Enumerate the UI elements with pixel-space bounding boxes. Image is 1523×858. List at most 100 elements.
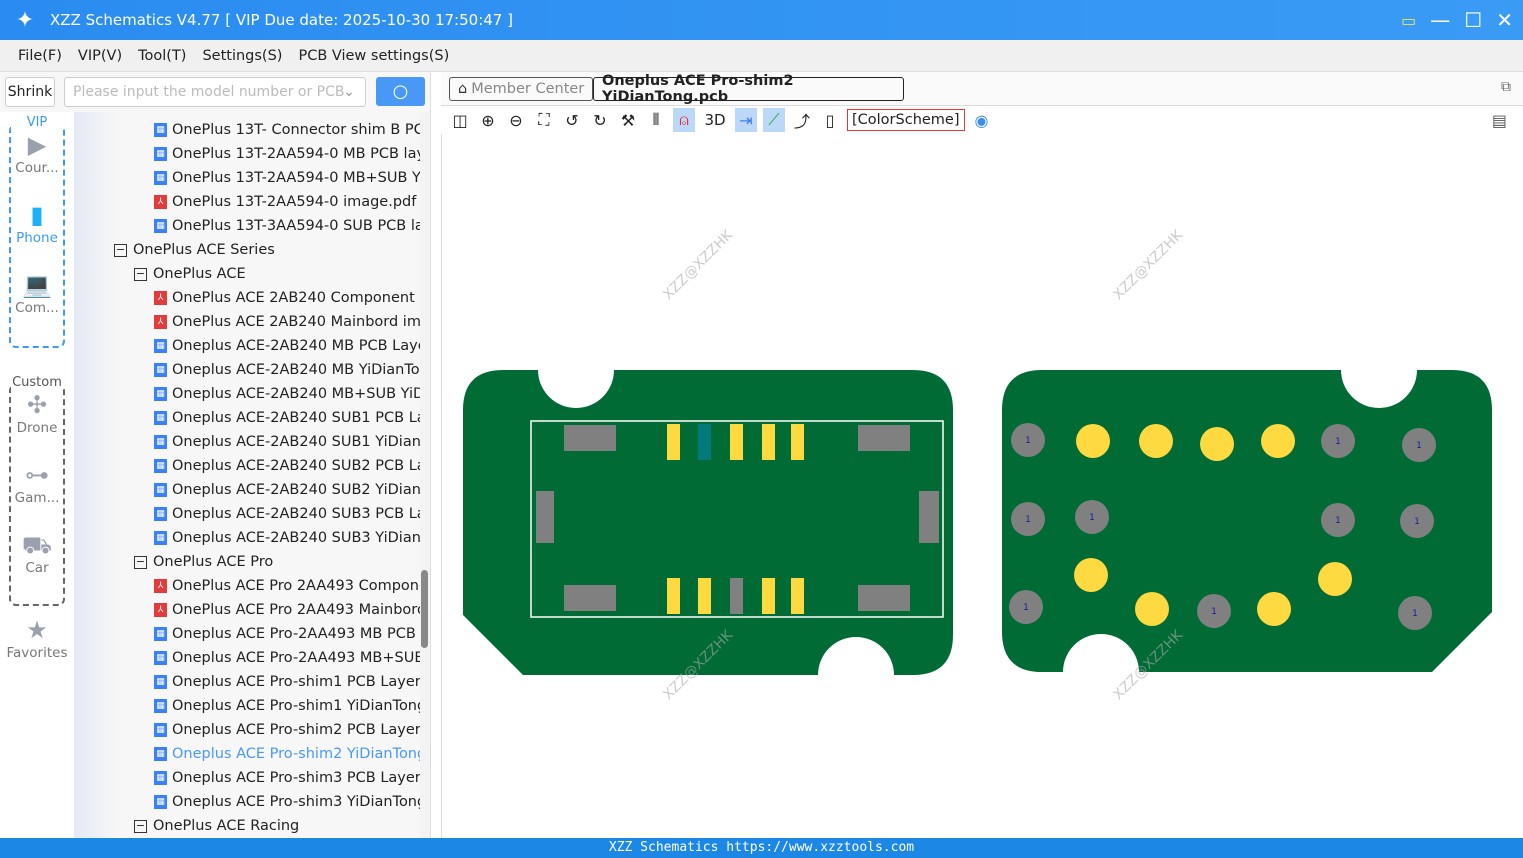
tree-file[interactable]: ▦ Oneplus ACE-2AB240 SUB3 YiDianTo xyxy=(154,526,420,550)
tree-file[interactable]: ▦ Oneplus ACE Pro-shim1 YiDianTong xyxy=(154,694,420,718)
eye-icon[interactable]: ◉ xyxy=(971,108,993,132)
menu-item[interactable]: Settings(S) xyxy=(202,48,282,64)
pad-number: 1 xyxy=(1414,517,1420,527)
mouse-icon[interactable]: ▯ xyxy=(819,108,841,132)
rail-item[interactable]: ⊶ Gam... xyxy=(0,460,74,506)
pcb-view[interactable]: 1 1 11 1 1 11 1 1XZZ@XZZHK XZZ@XZZHKXZZ@XZZHK XZZ… xyxy=(442,134,1523,838)
tab-member-center[interactable]: ⌂ Member Center xyxy=(449,77,594,101)
pcb-canvas[interactable]: 1 1 1 1 1 1 1 1 1 1 XZZ@XZZHK XZZ@XZZHK XZZ@XZZHK XZZ… xyxy=(441,134,1523,838)
rotate-left-icon[interactable]: ↺ xyxy=(561,108,583,132)
menu-item[interactable]: Tool(T) xyxy=(138,48,186,64)
tree-file[interactable]: ▦ OnePlus 13T- Connector shim B PCB xyxy=(154,118,420,142)
pdf-file-icon: ⅄ xyxy=(154,315,167,329)
pad-number: 1 xyxy=(1025,436,1031,446)
pcb-file-icon: ▦ xyxy=(154,171,167,185)
tree-file[interactable]: ⅄ OnePlus ACE 2AB240 Component ex xyxy=(154,286,420,310)
rail-item[interactable]: ▶ Cour... xyxy=(0,130,74,176)
status-bar: XZZ Schematics https://www.xzztools.com xyxy=(0,838,1523,858)
rail-item[interactable]: ★ Favorites xyxy=(0,615,74,661)
gray-pad xyxy=(730,578,743,614)
pcb-file-icon: ▦ xyxy=(154,387,167,401)
menu-item[interactable]: File(F) xyxy=(18,48,62,64)
tree-file[interactable]: ▦ Oneplus ACE-2AB240 SUB2 PCB Laye xyxy=(154,454,420,478)
yellow-pad xyxy=(667,424,680,460)
rotate-right-icon[interactable]: ↻ xyxy=(589,108,611,132)
briefcase-icon[interactable]: ▭ xyxy=(1401,11,1416,30)
chevron-down-icon[interactable]: ⌄ xyxy=(343,84,355,100)
tab-bar: ⌂ Member Center Oneplus ACE Pro-shim2 YiD… xyxy=(441,72,1523,106)
tree-file[interactable]: ▦ OnePlus 13T-2AA594-0 MB+SUB YiD xyxy=(154,166,420,190)
pad-number: 1 xyxy=(1335,437,1341,447)
watermark: XZZ@XZZHK xyxy=(1110,227,1186,303)
pcb-file-icon: ▦ xyxy=(154,363,167,377)
gray-pad xyxy=(919,491,939,543)
collapse-icon: − xyxy=(134,818,147,833)
paint-roller-icon[interactable]: ⚒ xyxy=(617,108,639,132)
tree-file[interactable]: ⅄ OnePlus 13T-2AA594-0 image.pdf xyxy=(154,190,420,214)
fit-screen-icon[interactable]: ⛶ xyxy=(533,108,555,132)
tree-folder[interactable]: − OnePlus ACE Pro xyxy=(134,550,420,574)
tree-file[interactable]: ▦ Oneplus ACE Pro-2AA493 MB PCB La xyxy=(154,622,420,646)
tree-file[interactable]: ▦ Oneplus ACE Pro-shim2 YiDianTong xyxy=(154,742,420,766)
tree-file[interactable]: ▦ Oneplus ACE-2AB240 SUB1 YiDianTo xyxy=(154,430,420,454)
tree-file[interactable]: ⅄ OnePlus ACE Pro 2AA493 Componen xyxy=(154,574,420,598)
zoom-out-icon[interactable]: ⊖ xyxy=(505,108,527,132)
tree-file[interactable]: ▦ Oneplus ACE Pro-shim3 PCB Layer.p xyxy=(154,766,420,790)
tree-file[interactable]: ▦ Oneplus ACE-2AB240 MB PCB Layer. xyxy=(154,334,420,358)
menu-item[interactable]: PCB View settings(S) xyxy=(298,48,449,64)
tab-active-pcb[interactable]: Oneplus ACE Pro-shim2 YiDianTong.pcb xyxy=(593,73,904,105)
drone-icon: ✣ xyxy=(26,391,48,419)
mirror-icon[interactable]: ⫴ xyxy=(645,108,667,132)
tree-file[interactable]: ▦ OnePlus 13T-2AA594-0 MB PCB laye xyxy=(154,142,420,166)
model-search-input[interactable]: Please input the model number or PCB ⌄ xyxy=(64,77,366,107)
car-icon: ⛟ xyxy=(21,531,53,559)
pcb-file-icon: ▦ xyxy=(154,339,167,353)
tree-folder[interactable]: − OnePlus ACE Racing xyxy=(134,814,420,838)
tree-file[interactable]: ▦ Oneplus ACE Pro-shim2 PCB Layer.p xyxy=(154,718,420,742)
tree-file[interactable]: ⅄ OnePlus ACE 2AB240 Mainbord ima xyxy=(154,310,420,334)
tree-file[interactable]: ▦ Oneplus ACE-2AB240 MB+SUB YiDia xyxy=(154,382,420,406)
pcb-file-icon: ▦ xyxy=(154,747,167,761)
tree-file[interactable]: ▦ Oneplus ACE-2AB240 SUB1 PCB Laye xyxy=(154,406,420,430)
menu-item[interactable]: VIP(V) xyxy=(78,48,122,64)
alarm-light-icon[interactable]: ⍝ xyxy=(673,108,695,132)
gamepad-icon: ⊶ xyxy=(25,461,49,489)
tree-file[interactable]: ▦ Oneplus ACE Pro-shim3 YiDianTong xyxy=(154,790,420,814)
color-scheme-button[interactable]: [ColorScheme] xyxy=(847,109,965,131)
shrink-button[interactable]: Shrink xyxy=(5,77,55,107)
tree-file[interactable]: ⅄ OnePlus ACE Pro 2AA493 Mainbord xyxy=(154,598,420,622)
tree-file[interactable]: ▦ OnePlus 13T-3AA594-0 SUB PCB lay xyxy=(154,214,420,238)
trace-icon[interactable]: ⟋ xyxy=(763,108,785,132)
3d-button[interactable]: 3D xyxy=(701,108,729,132)
tree-file[interactable]: ▦ Oneplus ACE Pro-2AA493 MB+SUB Y xyxy=(154,646,420,670)
search-button[interactable]: ○ xyxy=(376,77,425,106)
maximize-button[interactable]: ☐ xyxy=(1464,8,1482,32)
rail-item[interactable]: ⛟ Car xyxy=(0,530,74,576)
zoom-in-icon[interactable]: ⊕ xyxy=(477,108,499,132)
yellow-pad xyxy=(1261,424,1295,458)
tree-folder[interactable]: − OnePlus ACE Series xyxy=(114,238,420,262)
pcb-file-icon: ▦ xyxy=(154,795,167,809)
close-all-tabs-icon[interactable]: ⧉ xyxy=(1501,79,1511,95)
split-view-icon[interactable]: ◫ xyxy=(449,108,471,132)
gray-pad xyxy=(564,425,616,451)
yellow-pad xyxy=(1257,592,1291,626)
tree-file[interactable]: ▦ Oneplus ACE-2AB240 SUB3 PCB Laye xyxy=(154,502,420,526)
minimize-button[interactable]: — xyxy=(1430,8,1450,32)
tree-folder[interactable]: − OnePlus ACE xyxy=(134,262,420,286)
tree-file[interactable]: ▦ Oneplus ACE-2AB240 SUB2 YiDianTo xyxy=(154,478,420,502)
tree-file[interactable]: ▦ Oneplus ACE-2AB240 MB YiDianTon xyxy=(154,358,420,382)
panel-toggle-icon[interactable]: ▤ xyxy=(1492,111,1507,130)
tree-file[interactable]: ▦ Oneplus ACE Pro-shim1 PCB Layer.p xyxy=(154,670,420,694)
diode-icon[interactable]: ⇥ xyxy=(735,108,757,132)
pdf-file-icon: ⅄ xyxy=(154,291,167,305)
gray-pad xyxy=(536,491,554,543)
tree-scrollbar[interactable] xyxy=(420,112,430,838)
curve-icon[interactable]: ⤴ xyxy=(791,108,813,132)
close-button[interactable]: ✕ xyxy=(1496,8,1513,32)
rail-item[interactable]: ✣ Drone xyxy=(0,390,74,436)
scrollbar-thumb[interactable] xyxy=(421,570,428,648)
rail-item[interactable]: ▮ Phone xyxy=(0,200,74,246)
rail-item[interactable]: 💻 Com... xyxy=(0,270,74,316)
laptop-icon: 💻 xyxy=(22,271,52,299)
